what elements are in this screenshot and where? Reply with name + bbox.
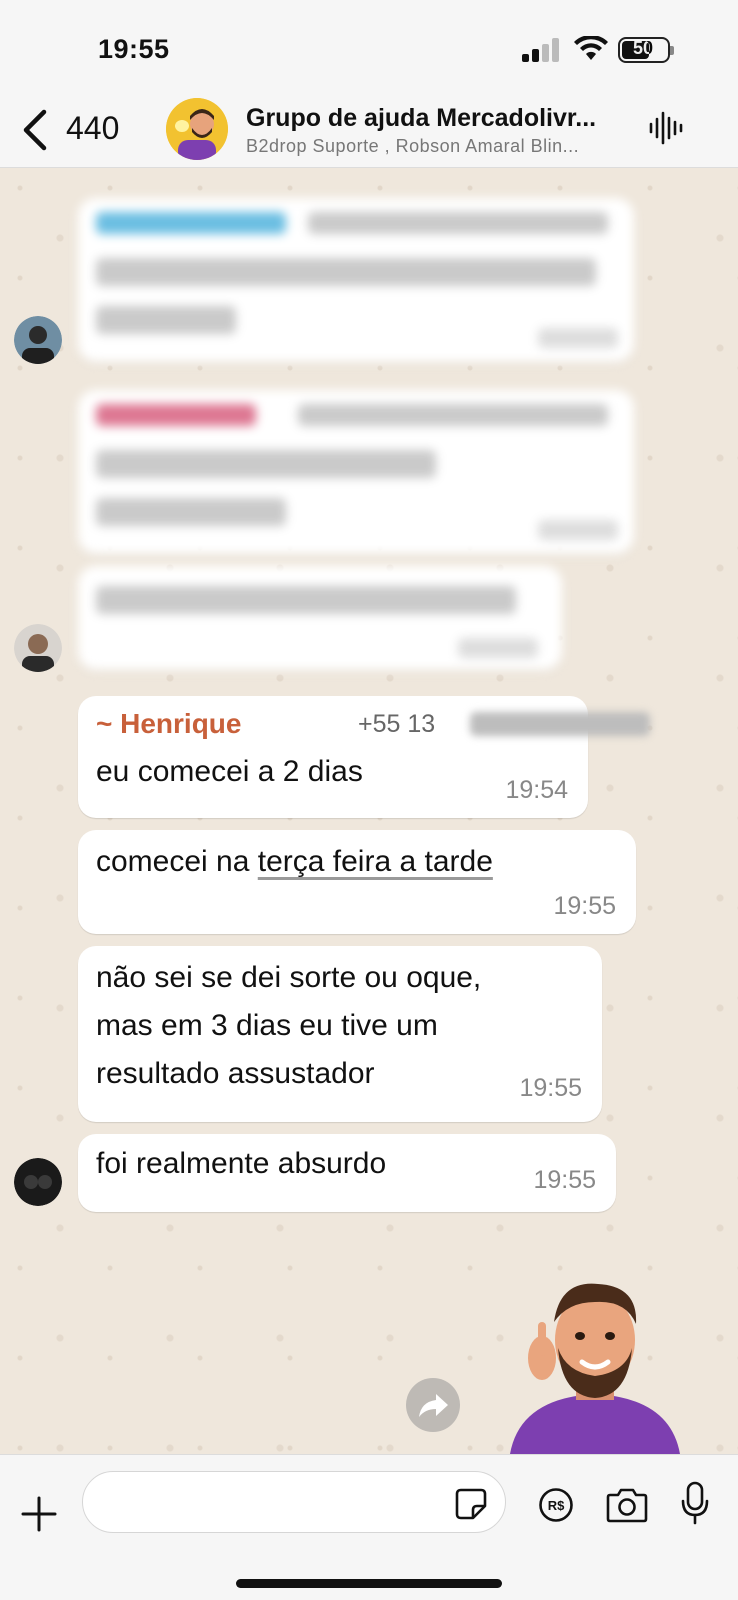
status-time: 19:55	[98, 34, 170, 64]
message-time: 19:55	[533, 1166, 596, 1194]
sticker-icon[interactable]	[455, 1488, 487, 1520]
participant-avatar[interactable]	[14, 1158, 62, 1206]
message-text: comecei na terça feira a tarde	[96, 845, 493, 878]
participant-avatar[interactable]	[14, 624, 62, 672]
message-text: eu comecei a 2 dias	[96, 755, 363, 788]
unread-count[interactable]: 440	[66, 110, 119, 147]
message-bubble[interactable]: comecei na terça feira a tarde 19:55	[78, 830, 636, 934]
group-members[interactable]: B2drop Suporte , Robson Amaral Blin...	[246, 136, 636, 157]
message-time: 19:55	[519, 1074, 582, 1102]
back-chevron-icon[interactable]	[20, 108, 50, 152]
message-time: 19:55	[553, 892, 616, 920]
payment-icon[interactable]: R$	[538, 1487, 574, 1523]
group-avatar[interactable]	[166, 98, 228, 160]
message-time: 19:54	[505, 776, 568, 804]
message-text: não sei se dei sorte ou oque, mas em 3 d…	[96, 961, 482, 1090]
wifi-icon	[574, 36, 608, 60]
camera-icon[interactable]	[606, 1487, 648, 1523]
message-input-container[interactable]	[82, 1471, 506, 1533]
blurred-phone	[470, 712, 650, 736]
message-text: foi realmente absurdo	[96, 1147, 387, 1180]
cellular-signal-icon	[522, 38, 559, 62]
message-bubble[interactable]: não sei se dei sorte ou oque, mas em 3 d…	[78, 946, 602, 1122]
chat-area[interactable]: ~ Henrique +55 13 eu comecei a 2 dias 19…	[0, 168, 738, 1454]
top-bar: 19:55 50 440 Grupo de ajuda Mercadolivr.…	[0, 0, 738, 168]
message-input[interactable]	[103, 1484, 433, 1520]
battery-icon: 50	[618, 37, 674, 63]
message-bubble[interactable]: ~ Henrique +55 13 eu comecei a 2 dias 19…	[78, 696, 650, 818]
message-bubble[interactable]: foi realmente absurdo 19:55	[78, 1134, 616, 1212]
composer-bar: R$	[0, 1454, 738, 1600]
forward-button[interactable]	[406, 1378, 460, 1432]
blurred-message	[78, 566, 562, 670]
sender-phone: +55 13	[358, 710, 436, 738]
sender-name[interactable]: ~ Henrique	[96, 708, 241, 740]
svg-text:R$: R$	[548, 1498, 565, 1513]
battery-level: 50	[632, 38, 654, 58]
forward-arrow-icon	[419, 1394, 448, 1417]
microphone-icon[interactable]	[680, 1481, 710, 1525]
participant-avatar[interactable]	[14, 316, 62, 364]
group-title[interactable]: Grupo de ajuda Mercadolivr...	[246, 104, 636, 133]
home-indicator[interactable]	[236, 1579, 502, 1588]
plus-icon[interactable]	[20, 1495, 58, 1533]
date-link[interactable]: terça feira a tarde	[258, 845, 493, 878]
blurred-message	[78, 198, 634, 362]
sticker-image[interactable]	[480, 1278, 710, 1454]
blurred-message	[78, 390, 634, 554]
audio-waveform-icon[interactable]	[648, 110, 684, 146]
